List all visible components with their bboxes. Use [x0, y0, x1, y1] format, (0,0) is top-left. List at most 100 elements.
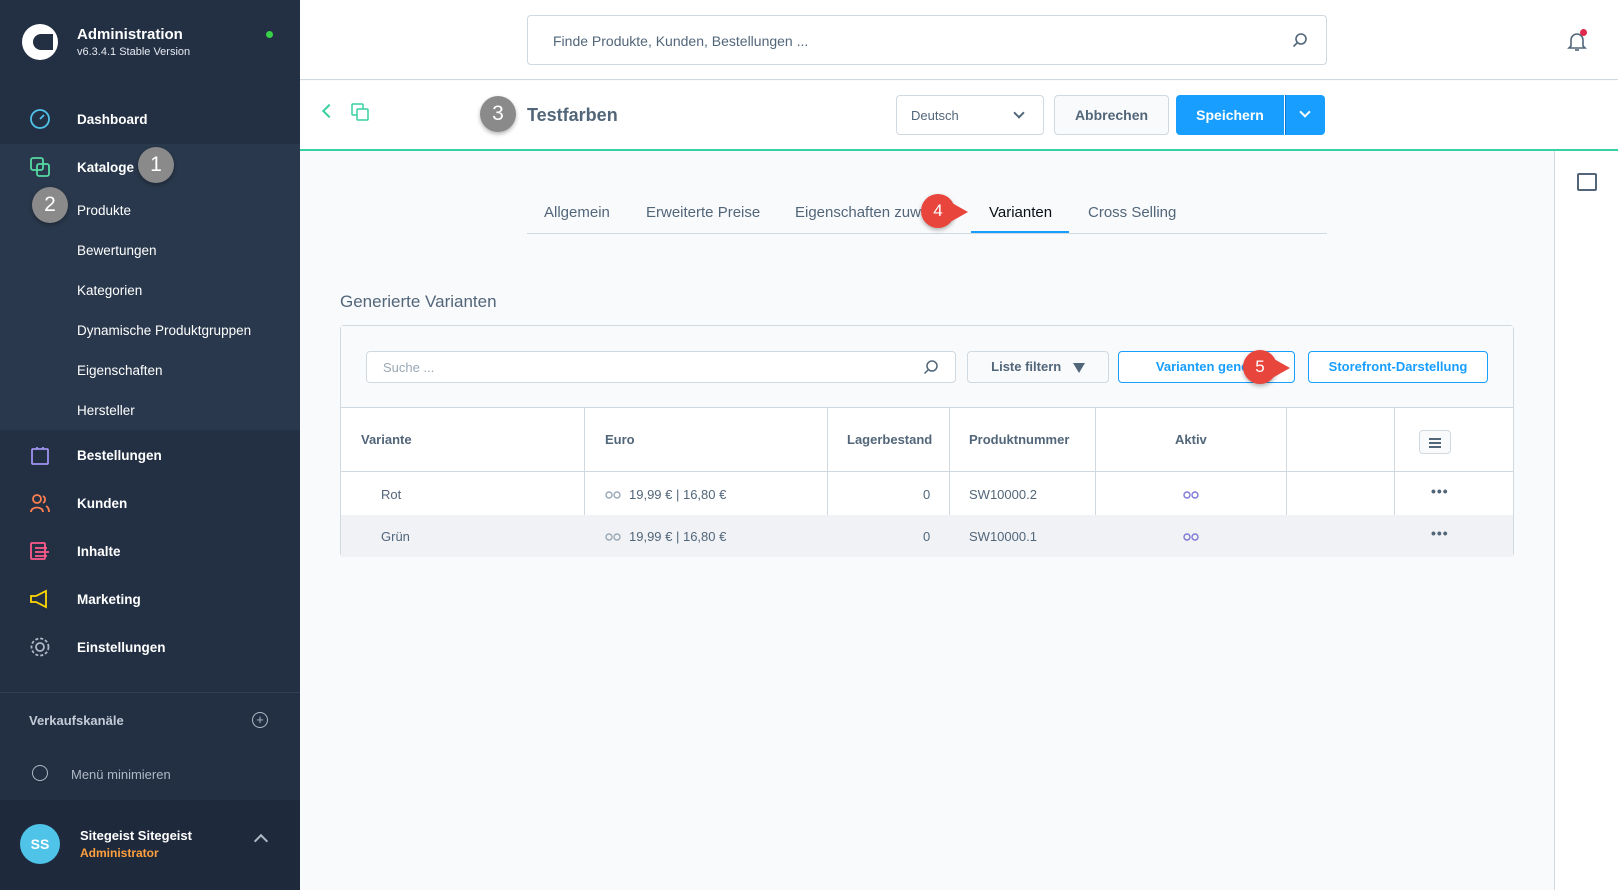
variant-search-placeholder: Suche ... — [383, 360, 435, 375]
column-header-euro[interactable]: Euro — [605, 432, 635, 447]
inherit-link-icon[interactable] — [605, 533, 621, 541]
copy-icon[interactable] — [351, 103, 369, 121]
inherit-link-icon[interactable] — [605, 491, 621, 499]
divider — [0, 692, 300, 693]
sidebar-item-label: Kataloge — [77, 159, 135, 175]
table-row[interactable]: Grün 19,99 € | 16,80 € 0 SW10000.1 ••• — [341, 515, 1513, 557]
status-dot — [266, 31, 273, 38]
sidebar-subitem-produktgruppen[interactable]: Dynamische Produktgruppen — [77, 323, 251, 338]
row-actions-icon[interactable]: ••• — [1431, 525, 1449, 541]
save-options-button[interactable] — [1285, 95, 1325, 135]
users-icon — [30, 494, 50, 513]
variant-search-input[interactable]: Suche ... — [366, 351, 956, 383]
variants-toolbar: Suche ... Liste filtern Varianten generi… — [341, 326, 1513, 408]
sidebar-subitem-produkte[interactable]: Produkte — [77, 203, 131, 218]
annotation-badge-1: 1 — [138, 147, 174, 183]
megaphone-icon — [30, 589, 47, 609]
search-placeholder: Finde Produkte, Kunden, Bestellungen ... — [553, 33, 809, 49]
language-value: Deutsch — [911, 108, 959, 123]
avatar: SS — [20, 824, 60, 864]
sidebar-item-bestellungen[interactable]: Bestellungen — [0, 432, 300, 478]
global-search-input[interactable]: Finde Produkte, Kunden, Bestellungen ... — [527, 15, 1327, 65]
brand[interactable]: Administration v6.3.4.1 Stable Version — [0, 0, 300, 88]
notification-dot — [1580, 29, 1587, 36]
variants-card: Suche ... Liste filtern Varianten generi… — [340, 325, 1514, 557]
annotation-badge-2: 2 — [32, 187, 68, 223]
tab-erweiterte-preise[interactable]: Erweiterte Preise — [646, 204, 760, 221]
sidebar-item-label: Kunden — [77, 495, 128, 511]
catalog-icon — [30, 157, 50, 177]
back-icon[interactable] — [321, 103, 337, 119]
minimize-icon — [32, 765, 48, 781]
active-tab-indicator — [971, 231, 1069, 233]
tab-varianten[interactable]: Varianten — [989, 204, 1052, 221]
sidebar-item-label: Marketing — [77, 591, 141, 607]
cancel-button[interactable]: Abbrechen — [1054, 95, 1169, 135]
sidebar-item-label: Inhalte — [77, 543, 121, 559]
filter-label: Liste filtern — [991, 359, 1062, 374]
sidebar-item-marketing[interactable]: Marketing — [0, 576, 300, 622]
sidebar-subitem-kategorien[interactable]: Kategorien — [77, 283, 142, 298]
storefront-display-button[interactable]: Storefront-Darstellung — [1308, 351, 1488, 383]
add-sales-channel-icon[interactable]: + — [252, 712, 268, 728]
annotation-badge-5: 5 — [1243, 350, 1277, 384]
sidebar-subitem-eigenschaften[interactable]: Eigenschaften — [77, 363, 163, 378]
annotation-arrow — [952, 203, 968, 221]
table-header: Variante Euro Lagerbestand Produktnummer… — [341, 408, 1513, 472]
gear-icon — [30, 637, 50, 657]
search-icon — [923, 360, 938, 375]
table-row[interactable]: Rot 19,99 € | 16,80 € 0 SW10000.2 ••• — [341, 473, 1513, 515]
content-icon — [30, 542, 49, 560]
sidebar-subitem-bewertungen[interactable]: Bewertungen — [77, 243, 157, 258]
sidebar-item-label: Bestellungen — [77, 447, 162, 463]
column-header-produktnummer[interactable]: Produktnummer — [969, 432, 1069, 447]
variant-stock: 0 — [923, 487, 931, 502]
image-icon[interactable] — [1577, 173, 1597, 191]
app-version: v6.3.4.1 Stable Version — [77, 46, 191, 58]
variant-number: SW10000.2 — [969, 487, 1037, 502]
annotation-badge-3: 3 — [480, 96, 516, 132]
language-select[interactable]: Deutsch — [896, 95, 1044, 135]
sidebar-item-inhalte[interactable]: Inhalte — [0, 528, 300, 574]
topbar: Finde Produkte, Kunden, Bestellungen ... — [300, 0, 1618, 80]
variant-name: Rot — [381, 487, 402, 502]
variant-name: Grün — [381, 529, 410, 544]
column-header-lagerbestand[interactable]: Lagerbestand — [847, 432, 932, 447]
column-header-aktiv[interactable]: Aktiv — [1175, 432, 1207, 447]
row-actions-icon[interactable]: ••• — [1431, 483, 1449, 499]
page-title: Testfarben — [527, 105, 618, 125]
sidebar-item-label: Dashboard — [77, 111, 148, 127]
sidebar-item-dashboard[interactable]: Dashboard — [0, 96, 300, 142]
right-sidebar — [1554, 151, 1618, 890]
tab-eigenschaften[interactable]: Eigenschaften zuw — [795, 204, 921, 221]
chevron-up-icon[interactable] — [253, 833, 269, 849]
chevron-down-icon — [1013, 107, 1025, 119]
inherit-link-icon[interactable] — [1183, 491, 1199, 499]
variant-price: 19,99 € | 16,80 € — [629, 529, 727, 544]
sidebar-item-label: Einstellungen — [77, 639, 166, 655]
catalog-submenu — [0, 186, 300, 430]
sidebar-subitem-hersteller[interactable]: Hersteller — [77, 403, 135, 418]
tab-cross-selling[interactable]: Cross Selling — [1088, 204, 1176, 221]
sidebar-item-kunden[interactable]: Kunden — [0, 480, 300, 526]
annotation-arrow — [1274, 359, 1290, 377]
sidebar-item-einstellungen[interactable]: Einstellungen — [0, 624, 300, 670]
user-panel[interactable]: SS Sitegeist Sitegeist Administrator — [0, 800, 300, 890]
dashboard-icon — [30, 109, 50, 129]
variant-number: SW10000.1 — [969, 529, 1037, 544]
column-settings-button[interactable] — [1419, 430, 1451, 454]
user-name: Sitegeist Sitegeist — [80, 828, 192, 843]
filter-icon — [1072, 362, 1085, 373]
variant-price: 19,99 € | 16,80 € — [629, 487, 727, 502]
save-button[interactable]: Speichern — [1176, 95, 1284, 135]
variant-stock: 0 — [923, 529, 931, 544]
filter-list-button[interactable]: Liste filtern — [967, 351, 1109, 383]
tab-allgemein[interactable]: Allgemein — [544, 204, 610, 221]
search-icon[interactable] — [1292, 32, 1308, 48]
inherit-link-icon[interactable] — [1183, 533, 1199, 541]
section-title: Generierte Varianten — [340, 292, 497, 311]
bag-icon — [31, 447, 49, 465]
sales-channels-heading: Verkaufskanäle — [29, 713, 124, 728]
minimize-menu-link[interactable]: Menü minimieren — [71, 767, 171, 782]
column-header-variante[interactable]: Variante — [361, 432, 412, 447]
